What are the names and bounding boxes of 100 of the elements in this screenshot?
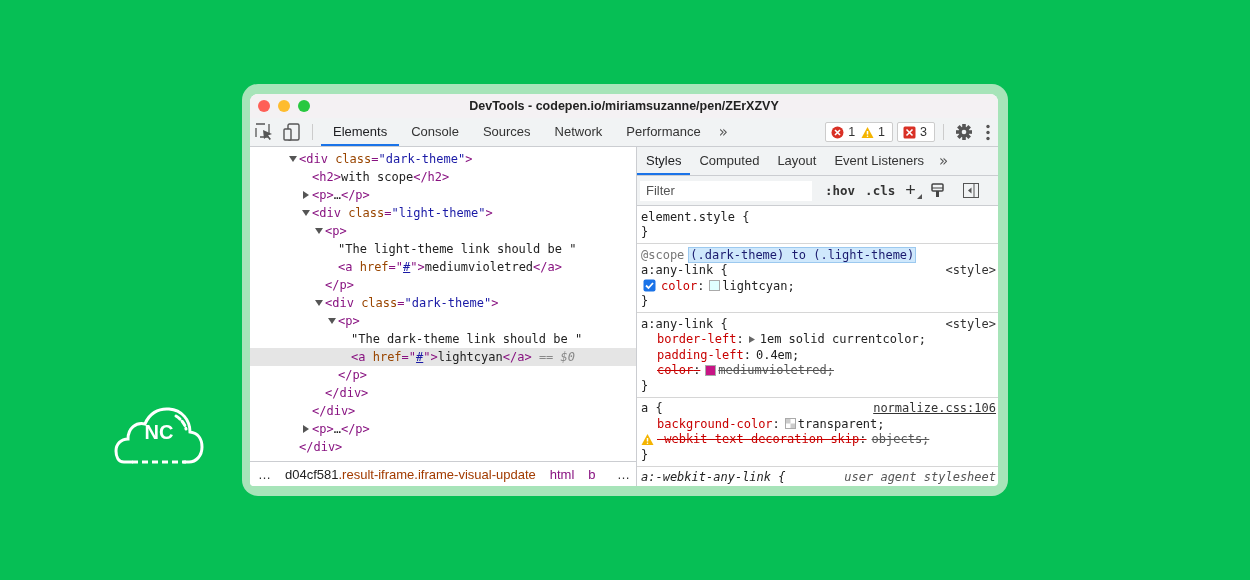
dom-tree-row[interactable]: "The light-theme link should be "	[250, 240, 636, 258]
dom-tree-row[interactable]: <a href="#">lightcyan</a> == $0	[250, 348, 636, 366]
paint-brush-icon[interactable]	[929, 183, 945, 198]
panel-tab[interactable]: Performance	[614, 118, 713, 146]
source-label: <style>	[945, 316, 996, 331]
dom-tree-row[interactable]: <p>	[250, 222, 636, 240]
new-rule-button[interactable]: +	[902, 180, 923, 201]
scope-range: (.dark-theme) to (.light-theme)	[688, 246, 917, 263]
dom-tree-row[interactable]: <div class="light-theme">	[250, 204, 636, 222]
sidebar-tab[interactable]: Layout	[768, 147, 826, 175]
checkbox[interactable]	[643, 279, 656, 293]
dom-node-text: <p>	[338, 314, 360, 328]
dom-node-text: <p>…</p>	[312, 188, 370, 202]
css-selector: a:any-link {	[641, 263, 728, 278]
toggle-button[interactable]: :hov	[822, 183, 859, 198]
breadcrumb-item[interactable]: d04cf581.result-iframe.iframe-visual-update	[285, 466, 536, 482]
css-property[interactable]: color:	[661, 278, 705, 293]
more-tabs-button[interactable]: »	[933, 147, 955, 175]
count-label: 3	[920, 125, 927, 139]
css-property[interactable]: color:	[657, 363, 701, 378]
settings-icon[interactable]	[955, 123, 973, 141]
dom-node-text: </div>	[325, 386, 369, 400]
css-value[interactable]: objects;	[871, 432, 930, 447]
dom-node-text: <div class="light-theme">	[312, 206, 493, 220]
sidebar-tab[interactable]: Computed	[690, 147, 769, 175]
filter-field[interactable]: Filter	[640, 180, 812, 201]
css-value[interactable]: mediumvioletred;	[718, 363, 834, 378]
css-property[interactable]: -webkit-text-decoration-skip:	[657, 432, 867, 447]
expand-triangle-icon[interactable]	[302, 209, 310, 217]
css-value[interactable]: 0.4em;	[755, 347, 800, 362]
panel-tab[interactable]: Elements	[321, 118, 400, 146]
css-value[interactable]: transparent;	[797, 416, 885, 431]
panel-tab[interactable]: Network	[542, 118, 615, 146]
closing-brace: }	[641, 378, 649, 393]
expand-triangle-icon[interactable]	[289, 155, 297, 163]
panel-tab[interactable]: Sources	[470, 118, 543, 146]
css-property[interactable]: border-left:	[657, 332, 744, 347]
breadcrumb-item[interactable]: b	[588, 466, 596, 482]
more-options-icon[interactable]	[986, 123, 990, 141]
expand-triangle-icon[interactable]	[315, 227, 323, 235]
source-link[interactable]: normalize.css:106	[873, 401, 996, 416]
expand-triangle-icon[interactable]	[302, 425, 310, 433]
closing-brace: }	[641, 225, 649, 240]
issues-counter-button[interactable]: 3	[897, 122, 935, 142]
dom-tree-row[interactable]: <div class="dark-theme">	[250, 294, 636, 312]
expand-triangle-icon[interactable]	[328, 317, 336, 325]
css-property[interactable]: padding-left:	[657, 347, 751, 362]
count-label: 1	[878, 125, 886, 139]
warning-icon	[861, 125, 875, 139]
error-icon	[831, 125, 845, 139]
close-window-icon[interactable]	[258, 100, 270, 112]
corner-triangle-icon	[916, 194, 922, 199]
transparent-swatch-icon[interactable]	[784, 418, 796, 430]
issues-counter-button[interactable]: 1 1	[825, 122, 894, 142]
dom-node-text: </div>	[312, 404, 356, 418]
dom-tree-row[interactable]: <p>	[250, 312, 636, 330]
color-swatch-icon[interactable]	[705, 364, 717, 376]
device-toolbar-icon[interactable]	[283, 123, 301, 141]
dom-tree-row[interactable]: <a href="#">mediumvioletred</a>	[250, 258, 636, 276]
dom-node-text: </p>	[338, 368, 367, 382]
css-selector: a:-webkit-any-link {	[641, 470, 786, 485]
cloud-icon	[114, 406, 204, 466]
toggle-sidebar-icon[interactable]	[962, 183, 979, 198]
panel-tab[interactable]: Console	[399, 118, 471, 146]
color-swatch-icon[interactable]	[709, 280, 721, 292]
dom-node-text: </p>	[325, 278, 354, 292]
css-value[interactable]: 1em solid currentcolor;	[759, 332, 926, 347]
dom-tree-row[interactable]: <div class="dark-theme">	[250, 150, 636, 168]
css-selector: a:any-link {	[641, 316, 728, 331]
at-rule-keyword: @scope	[641, 247, 685, 262]
dom-node-text: <p>…</p>	[312, 422, 370, 436]
logo-text: NC	[143, 420, 175, 444]
scroll-left-button[interactable]: …	[258, 466, 271, 482]
breadcrumb-item[interactable]: html	[549, 466, 575, 482]
dom-node-text: </div>	[299, 440, 343, 454]
dom-tree-row[interactable]: <h2>with scope</h2>	[250, 168, 636, 186]
css-property[interactable]: background-color:	[657, 416, 780, 431]
closing-brace: }	[641, 294, 649, 309]
expand-triangle-icon[interactable]	[302, 191, 310, 199]
dom-tree-row[interactable]: "The dark-theme link should be "	[250, 330, 636, 348]
expand-triangle-icon[interactable]	[315, 299, 323, 307]
dom-node-text: <a href="#">mediumvioletred</a>	[338, 260, 562, 274]
source-label: user agent stylesheet	[844, 470, 996, 485]
inspect-element-icon[interactable]	[255, 123, 273, 141]
dom-node-text: "The dark-theme link should be "	[351, 332, 583, 346]
sidebar-tab[interactable]: Event Listeners	[825, 147, 934, 175]
expand-triangle-icon[interactable]	[748, 335, 755, 343]
dom-node-text: <div class="dark-theme">	[325, 296, 499, 310]
dom-node-text: <h2>with scope</h2>	[312, 170, 450, 184]
issue-flag-icon	[903, 125, 917, 139]
scroll-right-button[interactable]: …	[617, 466, 630, 482]
dom-node-text: <div class="dark-theme">	[299, 152, 473, 166]
toggle-button[interactable]: .cls	[862, 183, 899, 198]
more-tabs-button[interactable]: »	[712, 118, 734, 146]
dom-tree-row[interactable]: <p>…</p>	[250, 420, 636, 438]
dom-node-text: <a href="#">lightcyan</a> == $0	[351, 350, 575, 364]
css-value[interactable]: lightcyan;	[722, 278, 795, 293]
source-label: <style>	[945, 263, 996, 278]
dom-tree-row[interactable]: <p>…</p>	[250, 186, 636, 204]
css-selector: a {	[641, 401, 663, 416]
